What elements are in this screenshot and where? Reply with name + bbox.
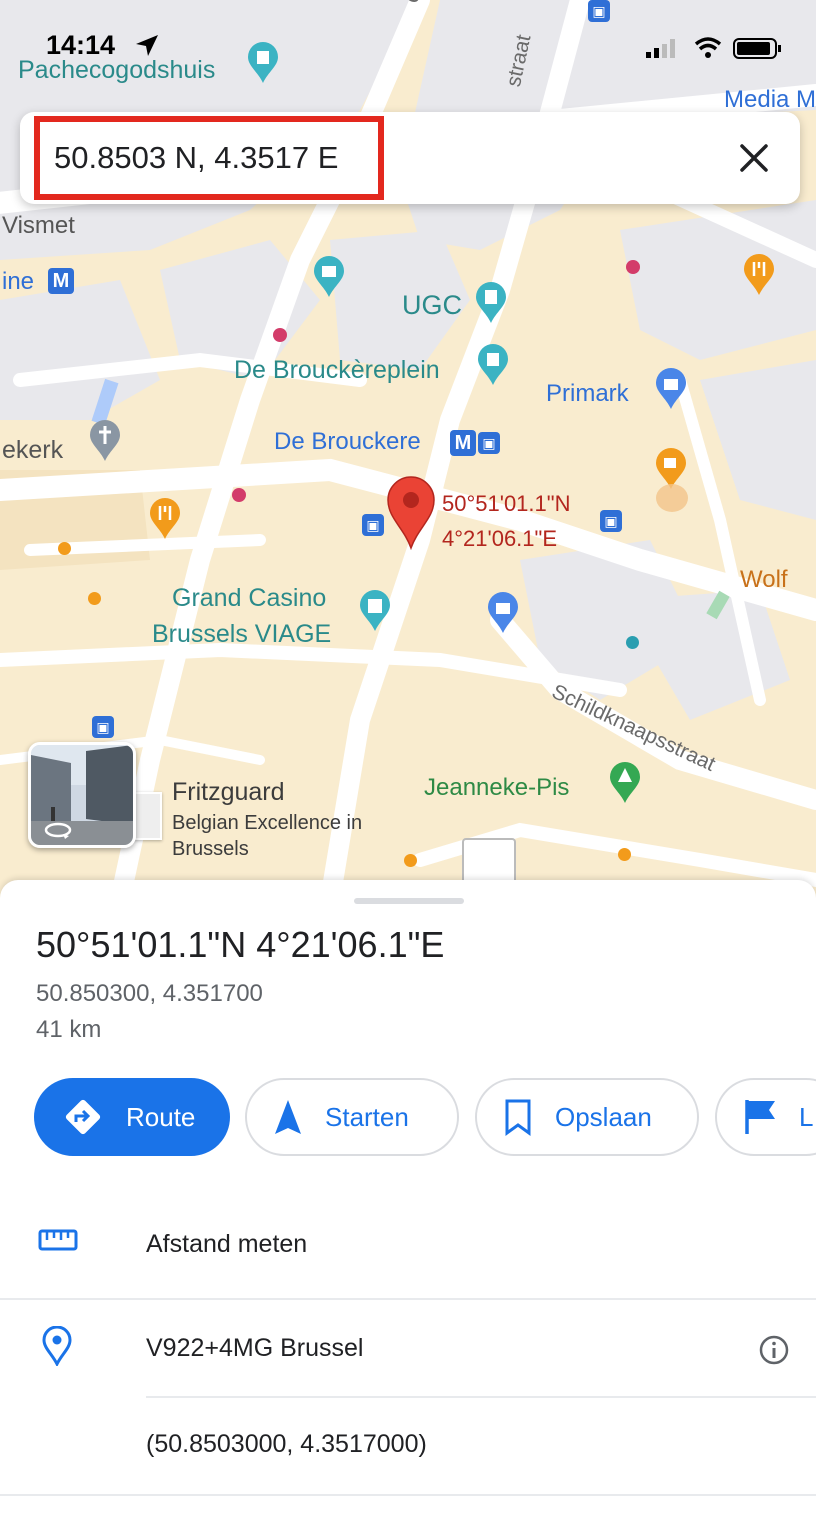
bus-stop-icon[interactable]: ▣ (588, 0, 610, 22)
sheet-drag-handle[interactable] (354, 898, 464, 904)
divider (0, 1494, 816, 1496)
battery-icon (733, 38, 781, 59)
map-label-de-brouckereplein[interactable]: De Brouckèreplein (234, 356, 440, 385)
pin-longitude: 4°21'06.1"E (442, 526, 558, 551)
shopping-poi-icon[interactable] (486, 592, 520, 634)
coordinates-label: (50.8503000, 4.3517000) (146, 1430, 427, 1458)
poi-dot[interactable] (88, 592, 101, 605)
park-poi-icon[interactable] (608, 762, 642, 804)
museum-poi-icon[interactable] (312, 256, 346, 298)
poi-dot[interactable] (626, 636, 639, 649)
poi-cluster (656, 484, 688, 512)
ruler-icon (38, 1229, 78, 1251)
map-label-fritzguard[interactable]: Fritzguard (172, 778, 285, 807)
restaurant-poi-icon[interactable] (742, 254, 776, 296)
map-label-fritzguard-desc-2: Brussels (172, 838, 249, 860)
restaurant-poi-icon[interactable] (148, 498, 182, 540)
metro-icon[interactable]: M (48, 268, 74, 294)
info-icon[interactable] (758, 1334, 790, 1366)
map-label-media[interactable]: Media M (724, 86, 816, 114)
monument-poi-icon[interactable] (476, 344, 510, 386)
flag-icon (743, 1098, 777, 1136)
map-label-vismet[interactable]: Vismet (2, 212, 75, 240)
casino-poi-icon[interactable] (358, 590, 392, 632)
map-label-fritzguard-desc-1: Belgian Excellence in (172, 812, 363, 834)
label-button[interactable]: L (715, 1078, 816, 1156)
map-label-ine[interactable]: ine (2, 268, 34, 296)
poi-dot[interactable] (404, 854, 417, 867)
label-button-label: L (799, 1101, 814, 1132)
directions-icon (62, 1096, 104, 1138)
map-label-grand-casino-2[interactable]: Brussels VIAGE (152, 620, 331, 649)
place-decimal-coordinates: 50.850300, 4.351700 (36, 980, 263, 1007)
cinema-poi-icon[interactable] (474, 282, 508, 324)
status-icons (646, 37, 781, 59)
map-label-de-brouckere[interactable]: De Brouckere (274, 428, 421, 456)
route-button[interactable]: Route (34, 1078, 230, 1156)
plus-code-label: V922+4MG Brussel (146, 1334, 364, 1362)
place-distance: 41 km (36, 1016, 102, 1043)
route-button-label: Route (126, 1101, 196, 1132)
plus-code-row[interactable]: V922+4MG Brussel (0, 1304, 816, 1396)
search-input[interactable]: 50.8503 N, 4.3517 E (34, 116, 384, 200)
metro-icon[interactable]: M (450, 430, 476, 456)
pin-latitude: 50°51'01.1"N (442, 491, 571, 516)
start-button-label: Starten (325, 1101, 409, 1132)
navigation-arrow-icon (273, 1098, 303, 1136)
map-label-pachecogodshuis[interactable]: Pachecogodshuis (18, 56, 215, 85)
measure-distance-label: Afstand meten (146, 1230, 308, 1258)
bus-stop-icon[interactable]: ▣ (362, 514, 384, 536)
coordinates-row[interactable]: (50.8503000, 4.3517000) (0, 1402, 816, 1494)
poi-dot[interactable] (626, 260, 640, 274)
pin-coordinate-label: 50°51'01.1"N 4°21'06.1"E (442, 486, 570, 556)
shopping-poi-icon[interactable] (654, 368, 688, 410)
divider (0, 1298, 816, 1300)
bus-stop-icon[interactable]: ▣ (600, 510, 622, 532)
place-title: 50°51'01.1"N 4°21'06.1"E (36, 924, 445, 965)
start-navigation-button[interactable]: Starten (245, 1078, 459, 1156)
search-bar[interactable]: 50.8503 N, 4.3517 E (20, 112, 800, 204)
location-pin-icon (42, 1326, 72, 1366)
church-poi-icon[interactable] (88, 420, 122, 462)
map-label-grand-casino[interactable]: Grand Casino (172, 584, 326, 613)
rotate-360-icon (44, 822, 72, 839)
close-icon[interactable] (734, 138, 774, 178)
place-bottom-sheet[interactable]: 50°51'01.1"N 4°21'06.1"E 50.850300, 4.35… (0, 880, 816, 1536)
poi-dot[interactable] (232, 488, 246, 502)
poi-dot[interactable] (273, 328, 287, 342)
poi-dot[interactable] (618, 848, 631, 861)
signal-icon (646, 39, 675, 58)
map-label-wolf[interactable]: Wolf (740, 566, 788, 594)
poi-dot[interactable] (58, 542, 71, 555)
fritzguard-photo-thumbnail[interactable] (132, 792, 162, 840)
save-button-label: Opslaan (555, 1101, 652, 1132)
dropped-pin-icon[interactable] (386, 476, 436, 550)
monument-poi-icon[interactable] (246, 42, 280, 84)
save-button[interactable]: Opslaan (475, 1078, 699, 1156)
bookmark-icon (503, 1098, 533, 1136)
tram-stop-icon[interactable]: ▣ (478, 432, 500, 454)
map-label-ekerk[interactable]: ekerk (2, 436, 63, 465)
bus-stop-icon[interactable]: ▣ (92, 716, 114, 738)
map-view[interactable]: 14:14 Pachecogodshuis Media M ensestraat… (0, 0, 816, 900)
measure-distance-row[interactable]: Afstand meten (0, 1200, 816, 1290)
map-label-jeanneke-pis[interactable]: Jeanneke-Pis (424, 774, 569, 802)
street-view-thumbnail[interactable] (28, 742, 136, 848)
map-label-ugc[interactable]: UGC (402, 290, 462, 321)
wifi-icon (694, 37, 722, 58)
location-arrow-icon (136, 35, 158, 56)
map-label-primark[interactable]: Primark (546, 380, 629, 408)
divider (146, 1396, 816, 1398)
